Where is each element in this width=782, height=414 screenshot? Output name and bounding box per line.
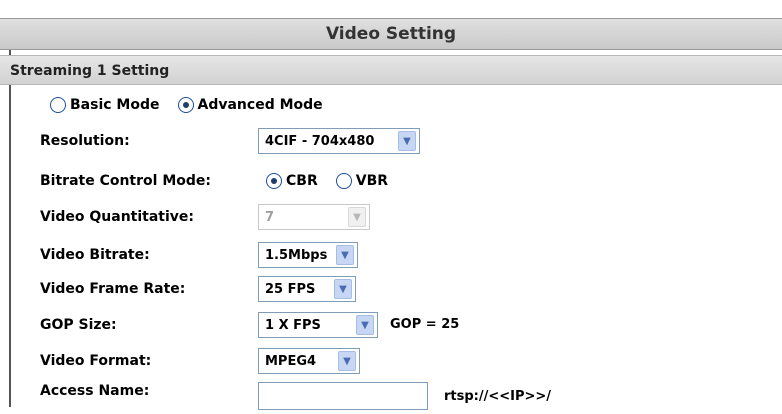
gop-value: 1 X FPS xyxy=(265,317,321,333)
bitrate-label: Video Bitrate: xyxy=(40,247,150,263)
gop-row: GOP Size: 1 X FPS ▼ GOP = 25 xyxy=(0,308,782,342)
access-note: rtsp://<<IP>>/ xyxy=(444,389,552,404)
quantitative-value: 7 xyxy=(265,209,275,225)
mode-row: Basic Mode Advanced Mode xyxy=(0,88,782,122)
bitrate-mode-row: Bitrate Control Mode: CBR VBR xyxy=(0,164,782,198)
chevron-down-icon: ▼ xyxy=(338,351,356,371)
access-label: Access Name: xyxy=(40,383,150,399)
gop-select[interactable]: 1 X FPS ▼ xyxy=(258,312,378,338)
format-value: MPEG4 xyxy=(265,353,317,369)
format-row: Video Format: MPEG4 ▼ xyxy=(0,344,782,378)
cbr-radio[interactable] xyxy=(266,173,282,189)
bitrate-row: Video Bitrate: 1.5Mbps ▼ xyxy=(0,238,782,272)
bitrate-mode-label: Bitrate Control Mode: xyxy=(40,173,211,189)
cbr-label: CBR xyxy=(286,173,318,189)
format-label: Video Format: xyxy=(40,353,152,369)
quantitative-row: Video Quantitative: 7 ▼ xyxy=(0,200,782,234)
basic-mode-radio[interactable] xyxy=(50,97,66,113)
vbr-radio[interactable] xyxy=(335,173,352,189)
chevron-down-icon: ▼ xyxy=(356,315,374,335)
resolution-row: Resolution: 4CIF - 704x480 ▼ xyxy=(0,124,782,158)
video-setting-panel: Video Setting Streaming 1 Setting Basic … xyxy=(0,0,782,410)
chevron-down-icon: ▼ xyxy=(398,131,416,151)
chevron-down-icon: ▼ xyxy=(336,245,354,265)
access-name-input[interactable] xyxy=(258,382,428,410)
quantitative-select: 7 ▼ xyxy=(258,204,370,230)
frame-rate-value: 25 FPS xyxy=(265,281,316,297)
frame-rate-label: Video Frame Rate: xyxy=(40,281,186,297)
section-title: Streaming 1 Setting xyxy=(0,55,782,85)
resolution-select[interactable]: 4CIF - 704x480 ▼ xyxy=(258,128,420,154)
format-select[interactable]: MPEG4 ▼ xyxy=(258,348,360,374)
bitrate-value: 1.5Mbps xyxy=(265,247,328,263)
chevron-down-icon: ▼ xyxy=(334,279,352,299)
chevron-down-icon: ▼ xyxy=(348,207,366,227)
page-title: Video Setting xyxy=(0,18,782,50)
advanced-mode-radio[interactable] xyxy=(177,97,194,113)
basic-mode-label: Basic Mode xyxy=(70,97,160,113)
frame-rate-row: Video Frame Rate: 25 FPS ▼ xyxy=(0,272,782,306)
quantitative-label: Video Quantitative: xyxy=(40,209,195,225)
bitrate-select[interactable]: 1.5Mbps ▼ xyxy=(258,242,358,268)
frame-rate-select[interactable]: 25 FPS ▼ xyxy=(258,276,356,302)
radio-selected-dot xyxy=(271,178,277,184)
gop-label: GOP Size: xyxy=(40,317,117,333)
resolution-label: Resolution: xyxy=(40,133,130,149)
gop-note: GOP = 25 xyxy=(390,317,460,332)
resolution-value: 4CIF - 704x480 xyxy=(265,133,375,149)
advanced-mode-label: Advanced Mode xyxy=(197,97,323,113)
radio-selected-dot xyxy=(182,102,189,108)
vbr-label: VBR xyxy=(355,173,389,189)
